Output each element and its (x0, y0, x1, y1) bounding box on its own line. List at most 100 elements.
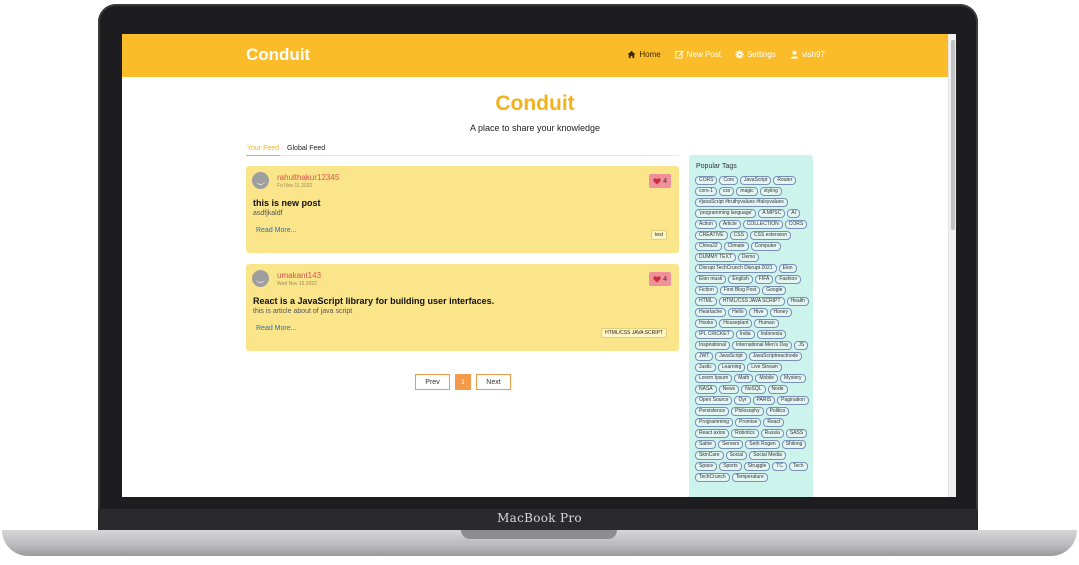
tag-pill[interactable]: Router (773, 176, 797, 185)
tag-pill[interactable]: TC (772, 462, 787, 471)
nav-home-link[interactable]: Home (627, 50, 661, 59)
tag-pill[interactable]: JWT (695, 352, 714, 361)
tag-pill[interactable]: Mystery (780, 374, 806, 383)
tag-pill[interactable]: Mobile (755, 374, 779, 383)
tag-pill[interactable]: First Blog Post (719, 286, 761, 295)
article-title[interactable]: this is new post (253, 198, 321, 208)
tag-pill[interactable]: Justic (695, 363, 716, 372)
tag-pill[interactable]: Seth Rogen (745, 440, 780, 449)
author-avatar[interactable] (252, 270, 269, 287)
tag-pill[interactable]: SASS (785, 429, 808, 438)
tag-pill[interactable]: Temperature (731, 473, 768, 482)
tag-pill[interactable]: Programming (695, 418, 734, 427)
tag-pill[interactable]: cors-1 (695, 187, 717, 196)
nav-profile-link[interactable]: vish97 (790, 50, 825, 59)
tag-pill[interactable]: HTML/CSS JAVA SCRIPT (718, 297, 785, 306)
like-button[interactable]: 4 (649, 272, 671, 286)
tag-pill[interactable]: Promise (735, 418, 762, 427)
prev-page-button[interactable]: Prev (415, 374, 450, 390)
read-more-link[interactable]: Read More... (256, 227, 296, 234)
tag-pill[interactable]: Indonesia (756, 330, 787, 339)
tag-pill[interactable]: Health (786, 297, 809, 306)
article-author[interactable]: umakant143 (277, 271, 321, 280)
tag-pill[interactable]: TechCrunch (695, 473, 730, 482)
tag-pill[interactable]: Disrupt TechCrunch Disrupt 2021 (695, 264, 777, 273)
tag-pill[interactable]: 'programming language' (695, 209, 757, 218)
tag-pill[interactable]: Houseplant (719, 319, 753, 328)
page-number-button[interactable]: 1 (455, 374, 471, 390)
tag-pill[interactable]: Politics (765, 407, 790, 416)
tag-pill[interactable]: PARIS (752, 396, 776, 405)
tag-pill[interactable]: India (735, 330, 755, 339)
tag-pill[interactable]: JavaScript (740, 176, 772, 185)
tag-pill[interactable]: Hooks (695, 319, 718, 328)
tag-pill[interactable]: Fiction (695, 286, 718, 295)
tag-pill[interactable]: Learning (717, 363, 746, 372)
tag-pill[interactable]: Robotics (731, 429, 759, 438)
tag-pill[interactable]: magic (736, 187, 758, 196)
tag-pill[interactable]: Human (754, 319, 779, 328)
nav-brand[interactable]: Conduit (246, 45, 310, 65)
tag-pill[interactable]: Sports (719, 462, 742, 471)
tag-pill[interactable]: IPL CRICKET (695, 330, 734, 339)
article-tag[interactable]: test (650, 230, 667, 240)
read-more-link[interactable]: Read More... (256, 325, 296, 332)
tag-pill[interactable]: Action (695, 220, 717, 229)
like-button[interactable]: 4 (649, 174, 671, 188)
tag-pill[interactable]: FIFA (754, 275, 774, 284)
tag-pill[interactable]: #javaScript #truthyvalues #falsyvalues (695, 198, 788, 207)
tag-pill[interactable]: NASA (695, 385, 717, 394)
tag-pill[interactable]: Heartache (695, 308, 727, 317)
tag-pill[interactable]: Shilong (781, 440, 807, 449)
tag-pill[interactable]: JavaScriptreactnode (748, 352, 803, 361)
tag-pill[interactable]: CSS (729, 231, 748, 240)
tab-global-feed[interactable]: Global Feed (286, 145, 326, 156)
author-avatar[interactable] (252, 172, 269, 189)
tag-pill[interactable]: SkinCare (695, 451, 724, 460)
tag-pill[interactable]: styling (759, 187, 782, 196)
tag-pill[interactable]: CORS (784, 220, 808, 229)
tag-pill[interactable]: CSS extension (749, 231, 791, 240)
tag-pill[interactable]: Cors (719, 176, 739, 185)
tag-pill[interactable]: Fashion (775, 275, 802, 284)
page-scrollbar[interactable] (948, 34, 956, 497)
tag-pill[interactable]: Demo (737, 253, 760, 262)
scrollbar-thumb[interactable] (951, 40, 955, 230)
tag-pill[interactable]: CREATIVE (695, 231, 728, 240)
tag-pill[interactable]: css (718, 187, 735, 196)
tag-pill[interactable]: Russia (760, 429, 784, 438)
tag-pill[interactable]: International Men's Day (731, 341, 793, 350)
tag-pill[interactable]: China22 (695, 242, 722, 251)
tag-pill[interactable]: DUMMY TEXT (695, 253, 736, 262)
next-page-button[interactable]: Next (476, 374, 511, 390)
tag-pill[interactable]: Hello (728, 308, 748, 317)
tag-pill[interactable]: React axios (695, 429, 730, 438)
tag-pill[interactable]: NoSQL (741, 385, 766, 394)
tag-pill[interactable]: JavaScript (715, 352, 747, 361)
tag-pill[interactable]: CORS (695, 176, 718, 185)
tag-pill[interactable]: Oyr (734, 396, 751, 405)
nav-settings-link[interactable]: Settings (735, 50, 776, 59)
tab-your-feed[interactable]: Your Feed (246, 145, 281, 156)
tag-pill[interactable]: Node (767, 385, 788, 394)
tag-pill[interactable]: Live Stream (747, 363, 782, 372)
tag-pill[interactable]: HTML (695, 297, 717, 306)
tag-pill[interactable]: Philosophy (731, 407, 764, 416)
tag-pill[interactable]: Struggle (743, 462, 771, 471)
tag-pill[interactable]: Servers (718, 440, 744, 449)
tag-pill[interactable]: COLLECTION (742, 220, 783, 229)
tag-pill[interactable]: Persistence (695, 407, 730, 416)
tag-pill[interactable]: JS (794, 341, 809, 350)
tag-pill[interactable]: Tech (788, 462, 808, 471)
tag-pill[interactable]: A MPSC (758, 209, 786, 218)
tag-pill[interactable]: Social Media (749, 451, 786, 460)
article-author[interactable]: rahulthakur12345 (277, 173, 339, 182)
tag-pill[interactable]: English (728, 275, 753, 284)
tag-pill[interactable]: Hive (749, 308, 768, 317)
tag-pill[interactable]: Google (762, 286, 787, 295)
tag-pill[interactable]: Space (695, 462, 718, 471)
tag-pill[interactable]: Elon musk (695, 275, 727, 284)
tag-pill[interactable]: Satire (695, 440, 717, 449)
tag-pill[interactable]: Inspirational (695, 341, 730, 350)
tag-pill[interactable]: Elon (778, 264, 797, 273)
